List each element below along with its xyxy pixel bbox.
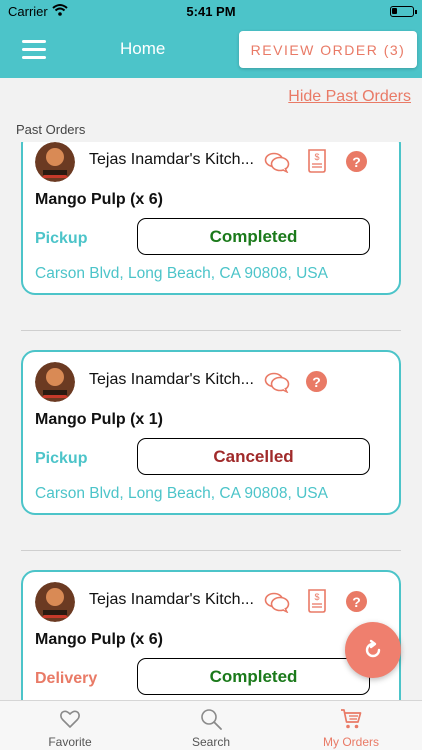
- fulfillment-mode: Pickup: [35, 230, 88, 247]
- tab-label: My Orders: [322, 735, 379, 749]
- tab-label: Search: [191, 735, 231, 749]
- nav-bar: Home REVIEW ORDER (3): [0, 22, 422, 78]
- orders-list[interactable]: Tejas Inamdar's Kitch... $ ? Mango Pulp …: [0, 142, 422, 700]
- receipt-icon[interactable]: $: [306, 588, 328, 614]
- order-address: Carson Blvd, Long Beach, CA 90808, USA: [35, 265, 328, 282]
- order-card[interactable]: Tejas Inamdar's Kitch... $ ? Mango Pulp …: [21, 142, 401, 295]
- battery-icon: [390, 6, 417, 17]
- tab-label: Favorite: [48, 735, 92, 749]
- review-order-button[interactable]: REVIEW ORDER (3): [239, 31, 417, 68]
- status-bar: Carrier 5:41 PM: [0, 0, 422, 22]
- receipt-icon[interactable]: $: [306, 148, 328, 174]
- help-icon[interactable]: ?: [346, 151, 367, 172]
- order-status[interactable]: Completed: [137, 218, 370, 255]
- order-status[interactable]: Cancelled: [137, 438, 370, 475]
- order-item: Mango Pulp (x 1): [35, 411, 163, 428]
- help-icon[interactable]: ?: [346, 591, 367, 612]
- kitchen-name: Tejas Inamdar's Kitch...: [89, 371, 254, 388]
- chef-avatar: [35, 582, 75, 622]
- chat-icon[interactable]: [264, 591, 290, 613]
- refresh-icon: [365, 639, 381, 658]
- order-status[interactable]: Completed: [137, 658, 370, 695]
- tab-favorite[interactable]: Favorite: [0, 701, 140, 750]
- kitchen-name: Tejas Inamdar's Kitch...: [89, 151, 254, 168]
- refresh-button[interactable]: [345, 622, 401, 678]
- chef-avatar: [35, 362, 75, 402]
- order-card[interactable]: Tejas Inamdar's Kitch... $ ? Mango Pulp …: [21, 570, 401, 700]
- chat-icon[interactable]: [264, 151, 290, 173]
- svg-text:$: $: [314, 592, 319, 602]
- tab-search[interactable]: Search: [141, 701, 281, 750]
- card-divider: [21, 330, 401, 331]
- cart-icon: [341, 709, 362, 729]
- clock: 5:41 PM: [186, 4, 236, 19]
- help-icon[interactable]: ?: [306, 371, 327, 392]
- tab-my-orders[interactable]: My Orders: [281, 701, 421, 750]
- heart-icon: [60, 710, 80, 728]
- svg-text:$: $: [314, 152, 319, 162]
- order-item: Mango Pulp (x 6): [35, 631, 163, 648]
- hide-past-orders-link[interactable]: Hide Past Orders: [288, 88, 411, 106]
- section-label: Past Orders: [16, 122, 86, 137]
- kitchen-name: Tejas Inamdar's Kitch...: [89, 591, 254, 608]
- search-icon: [201, 709, 222, 730]
- chat-icon[interactable]: [264, 371, 290, 393]
- page-title: Home: [120, 39, 166, 58]
- card-divider: [21, 550, 401, 551]
- fulfillment-mode: Delivery: [35, 670, 98, 687]
- tab-bar: Favorite Search My Orders: [0, 700, 422, 750]
- order-address: Carson Blvd, Long Beach, CA 90808, USA: [35, 485, 328, 502]
- chef-avatar: [35, 142, 75, 182]
- fulfillment-mode: Pickup: [35, 450, 88, 467]
- menu-icon[interactable]: [22, 40, 46, 59]
- order-card[interactable]: Tejas Inamdar's Kitch... ? Mango Pulp (x…: [21, 350, 401, 515]
- order-item: Mango Pulp (x 6): [35, 191, 163, 208]
